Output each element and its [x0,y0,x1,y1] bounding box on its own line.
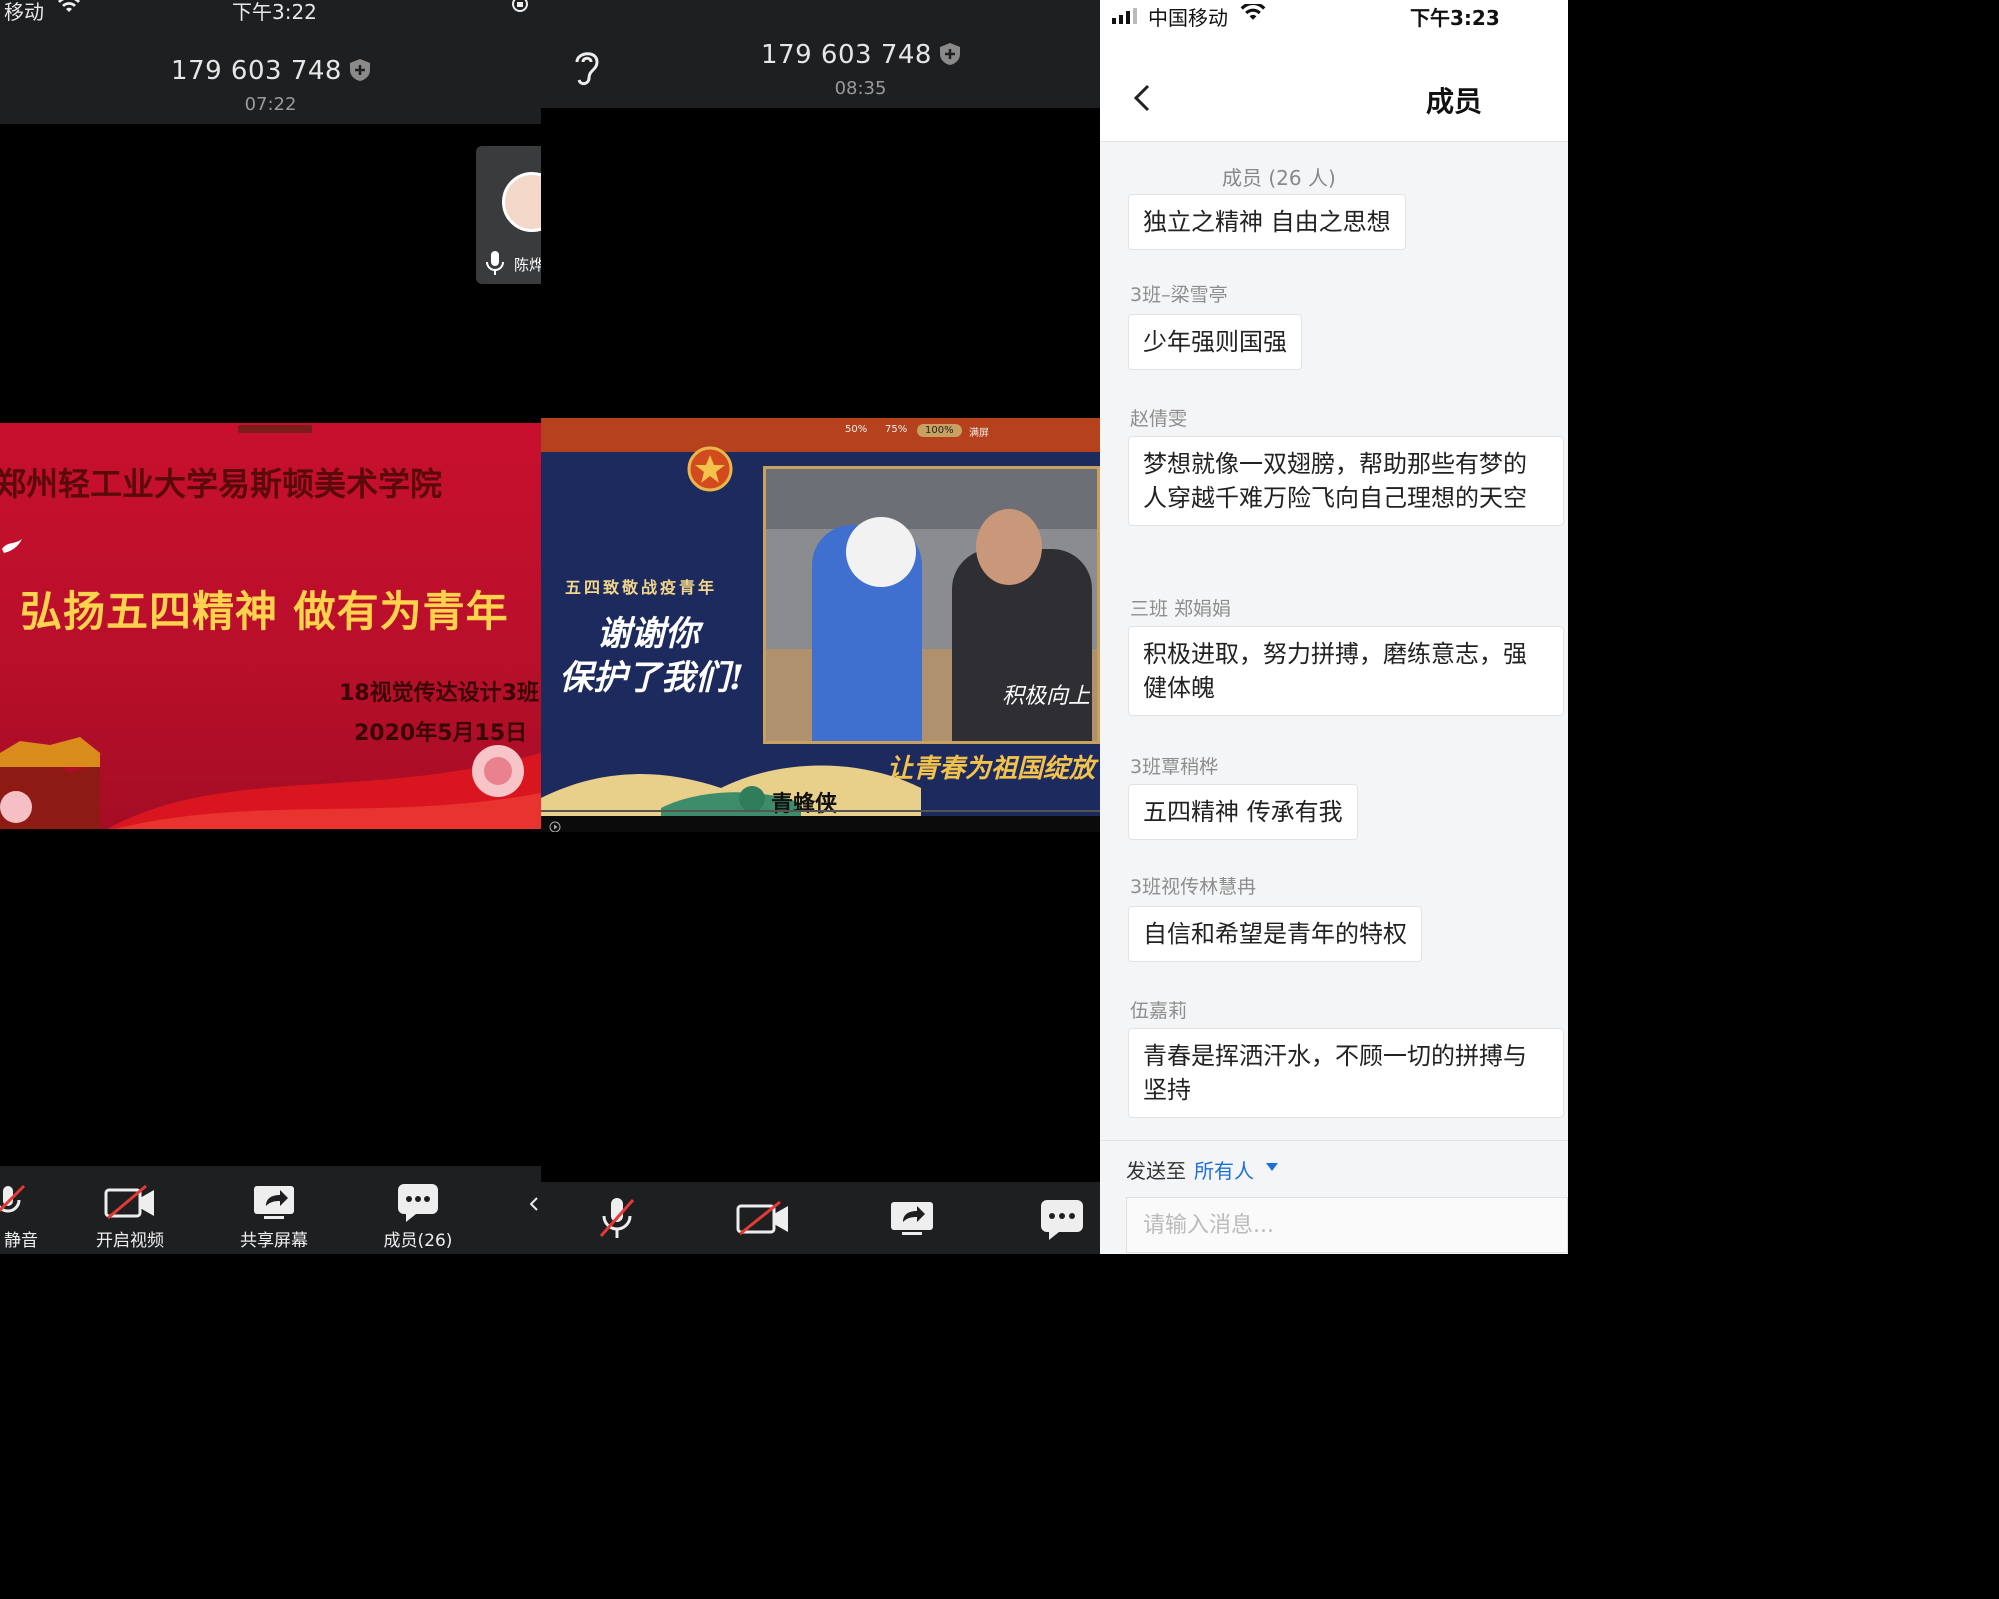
message-bubble: 自信和希望是青年的特权 [1128,906,1422,962]
caret-down-icon[interactable] [1266,1163,1278,1171]
meeting-panel-1: 移动 下午3:22 179 603 748 07:22 陈烨 郑州轻工业大学易斯… [0,0,541,1254]
send-to-label: 发送至 [1126,1159,1186,1183]
video-top-band [541,418,1100,452]
message-composer: 发送至 所有人 [1100,1140,1568,1254]
start-video-button[interactable]: 开启视频 [84,1182,176,1251]
message-bubble: 少年强则国强 [1128,314,1302,370]
video-brand: 青蜂侠 [771,792,838,817]
clock-text: 下午3:23 [1410,6,1500,30]
send-target-select[interactable]: 所有人 [1194,1155,1254,1184]
chat-bubble-icon [398,1184,438,1222]
meeting-id[interactable]: 179 603 748 [541,40,1100,70]
start-video-button[interactable] [733,1198,793,1238]
message-sender: 伍嘉莉 [1130,1000,1188,1022]
more-button[interactable] [1037,1198,1087,1242]
slide-class: 18视觉传达设计3班 [339,681,539,706]
meeting-id[interactable]: 179 603 748 [0,56,541,86]
meeting-toolbar: 静音 开启视频 共享屏幕 成员(26) [0,1166,541,1254]
meeting-id-text: 179 603 748 [171,56,342,86]
share-screen-button[interactable]: 共享屏幕 [228,1182,320,1251]
wifi-icon [1240,1,1266,26]
dove-icon [0,535,24,563]
photo-bleachers [766,469,1097,529]
chat-bubble-icon [1041,1200,1083,1240]
message-sender: 3班覃稍桦 [1130,756,1219,778]
back-icon[interactable] [1133,84,1150,116]
play-icon[interactable] [549,818,561,832]
shared-slide: 郑州轻工业大学易斯顿美术学院 弘扬五四精神 做有为青年 18视觉传达设计3班 2… [0,423,541,829]
meeting-duration: 07:22 [244,94,297,115]
video-off-icon [736,1200,788,1236]
top-bar: 移动 下午3:22 179 603 748 07:22 [0,0,541,124]
video-slogan-line1: 谢谢你 [597,614,699,654]
message-bubble: 五四精神 传承有我 [1128,784,1358,840]
meeting-duration: 08:35 [834,78,887,99]
microphone-off-icon [0,1184,26,1213]
more-arrow-icon[interactable] [529,1196,538,1211]
mute-label: 静音 [4,1231,38,1251]
message-sender: 3班–梁雪亭 [1130,284,1228,306]
avatar [502,172,541,232]
share-screen-icon [254,1186,294,1219]
video-slogan-small: 五四致敬战疫青年 [565,578,718,597]
shield-icon [349,58,370,81]
carrier-text: 中国移动 [1148,6,1228,30]
carrier-text: 移动 [4,0,44,24]
page-title: 成员 [1426,85,1483,118]
video-progress-track[interactable] [541,810,1100,812]
video-player-bar[interactable] [541,810,1100,832]
message-bubble: 积极进取，努力拼搏，磨练意志，强健体魄 [1128,626,1564,716]
brand-logo-icon [739,786,765,812]
start-video-label: 开启视频 [96,1231,164,1251]
message-list[interactable]: 独立之精神 自由之思想 3班–梁雪亭 少年强则国强 赵倩雯 梦想就像一双翅膀，帮… [1100,190,1568,1140]
chat-header: 成员 [1100,50,1568,142]
slide-headline: 弘扬五四精神 做有为青年 [20,587,509,636]
status-bar: 中国移动 下午3:23 [1100,0,1568,50]
video-photo-caption: 积极向上 [1001,684,1090,709]
member-count: 成员 (26 人) [1222,166,1336,190]
meeting-id-text: 179 603 748 [761,40,932,70]
share-screen-icon [891,1202,933,1235]
star-emblem-icon [687,446,733,496]
zoom-fullscreen[interactable]: 满屏 [969,424,989,439]
video-off-icon [104,1184,154,1220]
microphone-off-icon [599,1198,635,1238]
photo-worker-hood [846,517,916,587]
microphone-icon [484,250,506,280]
zoom-50[interactable]: 50% [845,424,867,435]
message-input[interactable] [1126,1197,1568,1253]
share-screen-button[interactable] [887,1198,937,1238]
message-bubble: 青春是挥洒汗水，不顾一切的拼搏与坚持 [1128,1028,1564,1118]
slide-school-name: 郑州轻工业大学易斯顿美术学院 [0,465,443,503]
rotation-lock-icon [510,0,530,18]
message-sender: 三班 郑娟娟 [1130,598,1232,620]
signal-icon [1112,8,1138,28]
message-bubble: 独立之精神 自由之思想 [1128,194,1406,250]
slide-top-strip [238,425,312,433]
clock-text: 下午3:22 [232,0,317,24]
members-button[interactable]: 成员(26) [372,1182,464,1251]
message-bubble: 梦想就像一双翅膀，帮助那些有梦的人穿越千难万险飞向自己理想的天空 [1128,436,1564,526]
share-screen-label: 共享屏幕 [240,1231,308,1251]
wifi-icon [58,0,80,18]
slide-decoration [0,737,541,829]
members-label: 成员(26) [383,1231,453,1251]
photo-man-head [976,509,1042,585]
shield-icon [939,42,960,65]
mute-button[interactable] [593,1194,641,1242]
participant-name: 陈烨 [514,256,541,274]
chat-panel: 中国移动 下午3:23 成员 成员 (26 人) 独立之精神 自由之思想 3班–… [1100,0,1568,1254]
zoom-75[interactable]: 75% [885,424,907,435]
top-bar: 179 603 748 08:35 [541,0,1100,108]
video-slogan-line2: 保护了我们! [559,658,744,698]
message-sender: 赵倩雯 [1130,408,1188,430]
meeting-toolbar [541,1182,1100,1254]
participant-thumbnail[interactable]: 陈烨 [476,146,541,284]
zoom-100[interactable]: 100% [917,424,962,437]
meeting-panel-2: 179 603 748 08:35 50% 75% 100% 满屏 五四致敬战疫… [541,0,1100,1254]
shared-video: 50% 75% 100% 满屏 五四致敬战疫青年 谢谢你 保护了我们! 积极向上… [541,418,1100,832]
mute-button[interactable]: 静音 [0,1182,38,1251]
message-sender: 3班视传林慧冉 [1130,876,1257,898]
